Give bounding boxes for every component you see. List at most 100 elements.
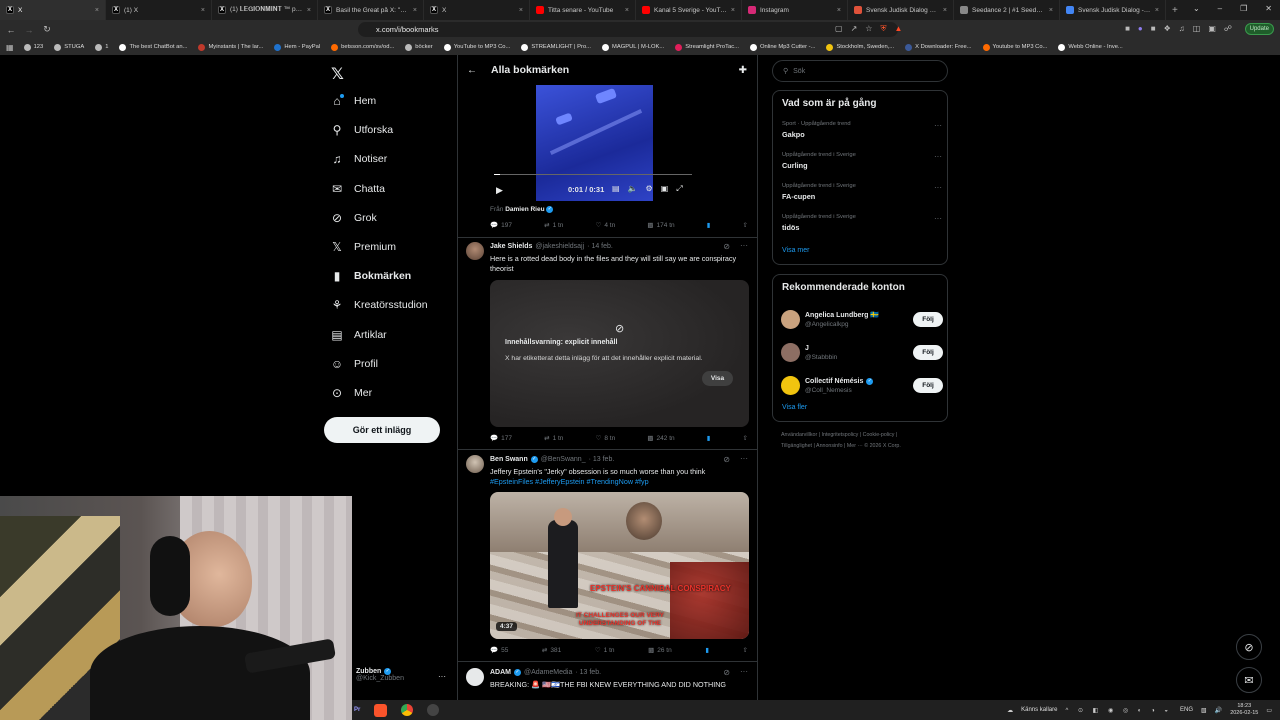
close-tab-icon[interactable]: × — [1155, 7, 1159, 14]
volume-icon[interactable]: 🔈 — [628, 184, 638, 194]
views-button[interactable]: ▩ 174 tn — [647, 221, 674, 230]
minimize-icon[interactable]: – — [1218, 4, 1222, 13]
nav-item-premium[interactable]: 𝕏 Premium — [330, 238, 428, 256]
bookmark-item[interactable]: STUGA — [54, 43, 84, 51]
like-button[interactable]: ♡ 4 tn — [596, 221, 616, 230]
like-button[interactable]: ♡ 8 tn — [596, 434, 616, 443]
nav-item-notiser[interactable]: ♫ Notiser — [330, 150, 428, 168]
nav-item-bokmärken[interactable]: ▮ Bokmärken — [330, 267, 428, 285]
browser-tab[interactable]: X X × — [424, 0, 530, 20]
browser-tab[interactable]: X (1) 𝐋𝐄𝐆𝐈𝐎𝐍𝐌𝐈𝐍𝐓 ™ på X: "Det × — [212, 0, 318, 20]
bookmark-item[interactable]: Youtube to MP3 Co... — [982, 43, 1047, 51]
tweet-date[interactable]: · 13 feb. — [589, 456, 615, 463]
browser-tab[interactable]: Svensk Judisk Dialog - Google × — [1060, 0, 1166, 20]
share-icon[interactable]: ⇧ — [743, 434, 748, 442]
bookmark-item[interactable]: Online Mp3 Cutter -... — [750, 43, 815, 51]
reply-button[interactable]: 💬 55 — [490, 646, 508, 655]
nav-item-chatta[interactable]: ✉ Chatta — [330, 180, 428, 198]
video-player[interactable]: ▶ 0:01 / 0:31 ▤ 🔈 ⚙ ▣ ⤢ — [490, 85, 696, 201]
update-button[interactable]: Update — [1244, 23, 1274, 35]
bookmark-item[interactable]: Hem - PayPal — [274, 43, 320, 51]
close-tab-icon[interactable]: × — [413, 7, 417, 14]
more-options-icon[interactable]: ··· — [740, 241, 748, 250]
close-tab-icon[interactable]: × — [1049, 7, 1053, 14]
trend-item[interactable]: Uppåtgående trend i Sverige tidös ··· — [782, 214, 942, 245]
browser-tab[interactable]: X (1) X × — [106, 0, 212, 20]
browser-tab[interactable]: Titta senare - YouTube × — [530, 0, 636, 20]
settings-icon[interactable]: ⚙ — [646, 184, 653, 194]
avatar[interactable] — [781, 343, 800, 362]
tweet-date[interactable]: · 14 feb. — [587, 243, 613, 250]
grok-icon[interactable]: ⊘ — [1236, 634, 1262, 660]
sensitive-media[interactable]: ⊘ Innehållsvarning: explicit innehåll X … — [490, 280, 749, 427]
grok-icon[interactable]: ⊘ — [723, 668, 730, 677]
sidebar-icon[interactable]: ◫ — [1193, 24, 1201, 33]
fullscreen-icon[interactable]: ⤢ — [676, 184, 682, 194]
avatar[interactable] — [781, 310, 800, 329]
app-icon[interactable] — [427, 704, 440, 716]
play-icon[interactable]: ▶ — [496, 185, 503, 196]
tweet-author-name[interactable]: Ben Swann — [490, 456, 528, 463]
brave-shield-icon[interactable]: ⛨ — [880, 24, 886, 34]
search-input[interactable]: ⚲ Sök — [772, 60, 948, 82]
browser-tab[interactable]: Kanal 5 Sverige - YouTube × — [636, 0, 742, 20]
recommended-account[interactable]: Collectif Némésis ✓ @Coll_Nemesis Följ — [781, 369, 943, 402]
avatar[interactable] — [466, 455, 484, 473]
close-window-icon[interactable]: ✕ — [1265, 4, 1272, 13]
bookmark-icon[interactable]: ▮ — [707, 221, 711, 229]
show-more-accounts-link[interactable]: Visa fler — [782, 404, 807, 411]
views-button[interactable]: ▩ 26 tn — [648, 646, 672, 655]
close-tab-icon[interactable]: × — [943, 7, 947, 14]
bookmark-item[interactable]: STREAMLIGHT | Pro... — [521, 43, 591, 51]
close-tab-icon[interactable]: × — [307, 7, 311, 14]
install-icon[interactable]: ▢ — [835, 24, 843, 34]
network-icon[interactable]: ▧ — [1201, 707, 1207, 714]
weather-icon[interactable]: ☁ — [1007, 707, 1013, 714]
follow-button[interactable]: Följ — [913, 378, 943, 393]
brave-icon[interactable] — [374, 703, 388, 717]
like-button[interactable]: ♡ 1 tn — [595, 646, 615, 655]
bookmark-icon[interactable]: ▮ — [705, 646, 709, 654]
bookmark-item[interactable]: 123 — [23, 43, 43, 51]
tweet-author-handle[interactable]: @AdameMedia — [524, 669, 572, 676]
bookmark-item[interactable]: Myinstants | The lar... — [198, 43, 263, 51]
share-icon[interactable]: ⇧ — [743, 221, 748, 229]
extension-icon[interactable]: ● — [1138, 24, 1143, 33]
tweet-author-handle[interactable]: @BenSwann_ — [541, 456, 586, 463]
close-tab-icon[interactable]: × — [731, 7, 735, 14]
bookmark-item[interactable]: 1 — [95, 43, 108, 51]
wallet-icon[interactable]: ▣ — [1208, 24, 1216, 33]
forward-icon[interactable]: → — [22, 23, 36, 37]
puzzle-icon[interactable]: ❖ — [1164, 24, 1171, 33]
bookmark-item[interactable]: YouTube to MP3 Co... — [443, 43, 510, 51]
footer-line[interactable]: Användarvillkor | Integritetspolicy | Co… — [781, 430, 946, 441]
more-options-icon[interactable]: ··· — [740, 667, 748, 676]
back-icon[interactable]: ← — [4, 23, 18, 37]
tweet-hashtags[interactable]: #EpsteinFiles #JefferyEpstein #TrendingN… — [490, 477, 746, 487]
nav-item-artiklar[interactable]: ▤ Artiklar — [330, 326, 428, 344]
browser-tab[interactable]: Seedance 2 | #1 Seedance 2 AI × — [954, 0, 1060, 20]
weather-text[interactable]: Känns kallare — [1021, 707, 1057, 713]
trend-more-icon[interactable]: ··· — [934, 214, 942, 223]
notification-icon[interactable]: ▭ — [1266, 707, 1272, 714]
close-tab-icon[interactable]: × — [625, 7, 629, 14]
apps-icon[interactable]: ▦ — [6, 43, 14, 52]
url-bar[interactable]: x.com/i/bookmarks — [358, 22, 898, 37]
grok-icon[interactable]: ⊘ — [723, 455, 730, 464]
footer-line[interactable]: Tillgänglighet | Annonsinfo | Mer ··· © … — [781, 441, 946, 452]
close-tab-icon[interactable]: × — [837, 7, 841, 14]
trend-item[interactable]: Uppåtgående trend i Sverige FA-cupen ··· — [782, 183, 942, 214]
share-icon[interactable]: ↗ — [851, 24, 858, 34]
x-logo-icon[interactable]: 𝕏 — [331, 64, 344, 84]
grok-icon[interactable]: ⊘ — [723, 242, 730, 251]
follow-button[interactable]: Följ — [913, 345, 943, 360]
nav-item-profil[interactable]: ☺ Profil — [330, 355, 428, 373]
premiere-icon[interactable]: Pr — [354, 707, 360, 713]
messages-icon[interactable]: ✉ — [1236, 667, 1262, 693]
bookmark-item[interactable]: böcker — [405, 43, 433, 51]
reply-button[interactable]: 💬 177 — [490, 434, 512, 443]
repost-button[interactable]: ⇄ 1 tn — [544, 221, 563, 230]
trend-more-icon[interactable]: ··· — [934, 183, 942, 192]
extension-icon[interactable]: ■ — [1151, 24, 1156, 33]
tweet-author-name[interactable]: ADAM — [490, 669, 511, 676]
